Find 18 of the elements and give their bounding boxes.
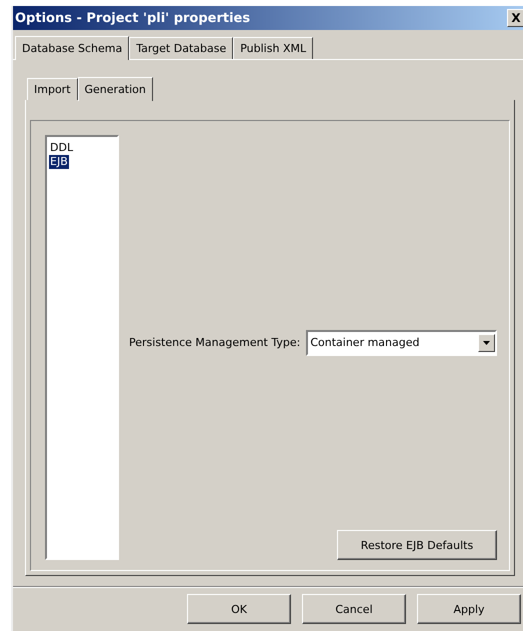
tab[interactable]: Database Schema bbox=[15, 36, 130, 60]
field-label: Persistence Management Type: bbox=[129, 336, 300, 349]
close-button[interactable]: X bbox=[507, 9, 523, 27]
list-box[interactable]: DDL EJB bbox=[45, 135, 119, 560]
tab[interactable]: Import bbox=[27, 78, 78, 100]
list-item[interactable]: DDL bbox=[49, 141, 74, 155]
dropdown[interactable]: Container managed bbox=[306, 330, 497, 356]
dropdown-button[interactable] bbox=[478, 334, 495, 352]
tab[interactable]: Target Database bbox=[129, 37, 234, 59]
dialog-button[interactable]: OK bbox=[187, 594, 291, 624]
list-item[interactable]: EJB bbox=[49, 155, 69, 169]
window-title: Options - Project 'pli' properties bbox=[15, 10, 250, 26]
caret-icon bbox=[483, 340, 490, 344]
dialog-button[interactable]: Cancel bbox=[302, 594, 406, 624]
tab[interactable]: Publish XML bbox=[233, 37, 314, 59]
restore-defaults-button[interactable]: Restore EJB Defaults bbox=[337, 530, 497, 560]
tab[interactable]: Generation bbox=[78, 77, 153, 101]
dialog-button[interactable]: Apply bbox=[417, 594, 521, 624]
